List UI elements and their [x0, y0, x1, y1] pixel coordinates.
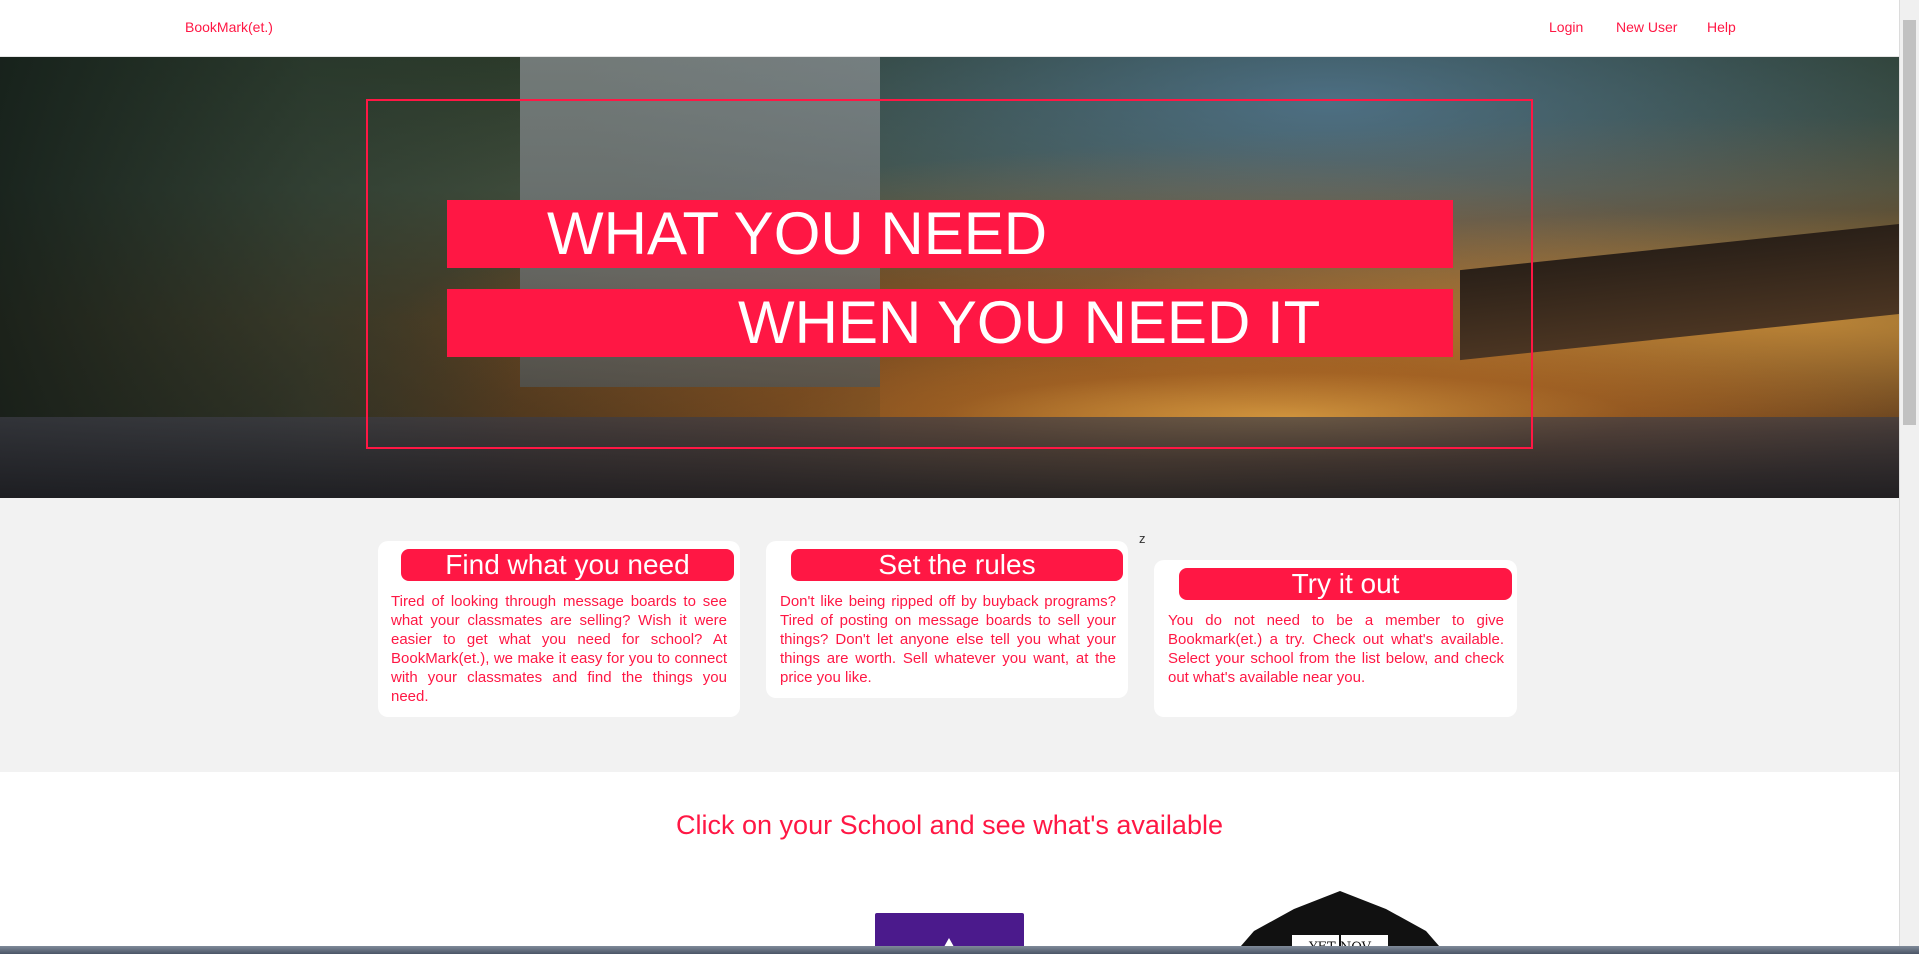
hero-line-2: WHEN YOU NEED IT [738, 289, 1321, 356]
feature-card-text: Don't like being ripped off by buyback p… [780, 593, 1116, 686]
feature-card-title: Try it out [1179, 568, 1512, 600]
brand-link[interactable]: BookMark(et.) [185, 19, 273, 35]
hero-frame [366, 99, 1533, 449]
nav-help-link[interactable]: Help [1707, 19, 1736, 35]
feature-card-text: Tired of looking through message boards … [391, 593, 727, 705]
hero-line-1: WHAT YOU NEED [547, 200, 1048, 267]
features-section: Find what you need Tired of looking thro… [0, 498, 1899, 772]
hero-banner: WHAT YOU NEED WHEN YOU NEED IT [0, 57, 1899, 498]
scrollbar-thumb[interactable] [1903, 20, 1916, 425]
stray-character: z [1139, 531, 1146, 546]
page: BookMark(et.) Login New User Help WHAT Y… [0, 0, 1899, 954]
nav-new-user-link[interactable]: New User [1616, 19, 1677, 35]
feature-card-try: Try it out You do not need to be a membe… [1154, 560, 1517, 717]
feature-card-title: Find what you need [401, 549, 734, 581]
feature-card-text: You do not need to be a member to give B… [1168, 612, 1504, 686]
navbar: BookMark(et.) Login New User Help [0, 0, 1899, 57]
feature-card-rules: Set the rules Don't like being ripped of… [766, 541, 1128, 698]
os-taskbar [0, 946, 1919, 954]
feature-card-title: Set the rules [791, 549, 1123, 581]
nav-login-link[interactable]: Login [1549, 19, 1583, 35]
schools-heading: Click on your School and see what's avai… [676, 810, 1223, 840]
feature-card-find: Find what you need Tired of looking thro… [378, 541, 740, 717]
school-logo-black[interactable]: YET NOV [1234, 891, 1446, 954]
